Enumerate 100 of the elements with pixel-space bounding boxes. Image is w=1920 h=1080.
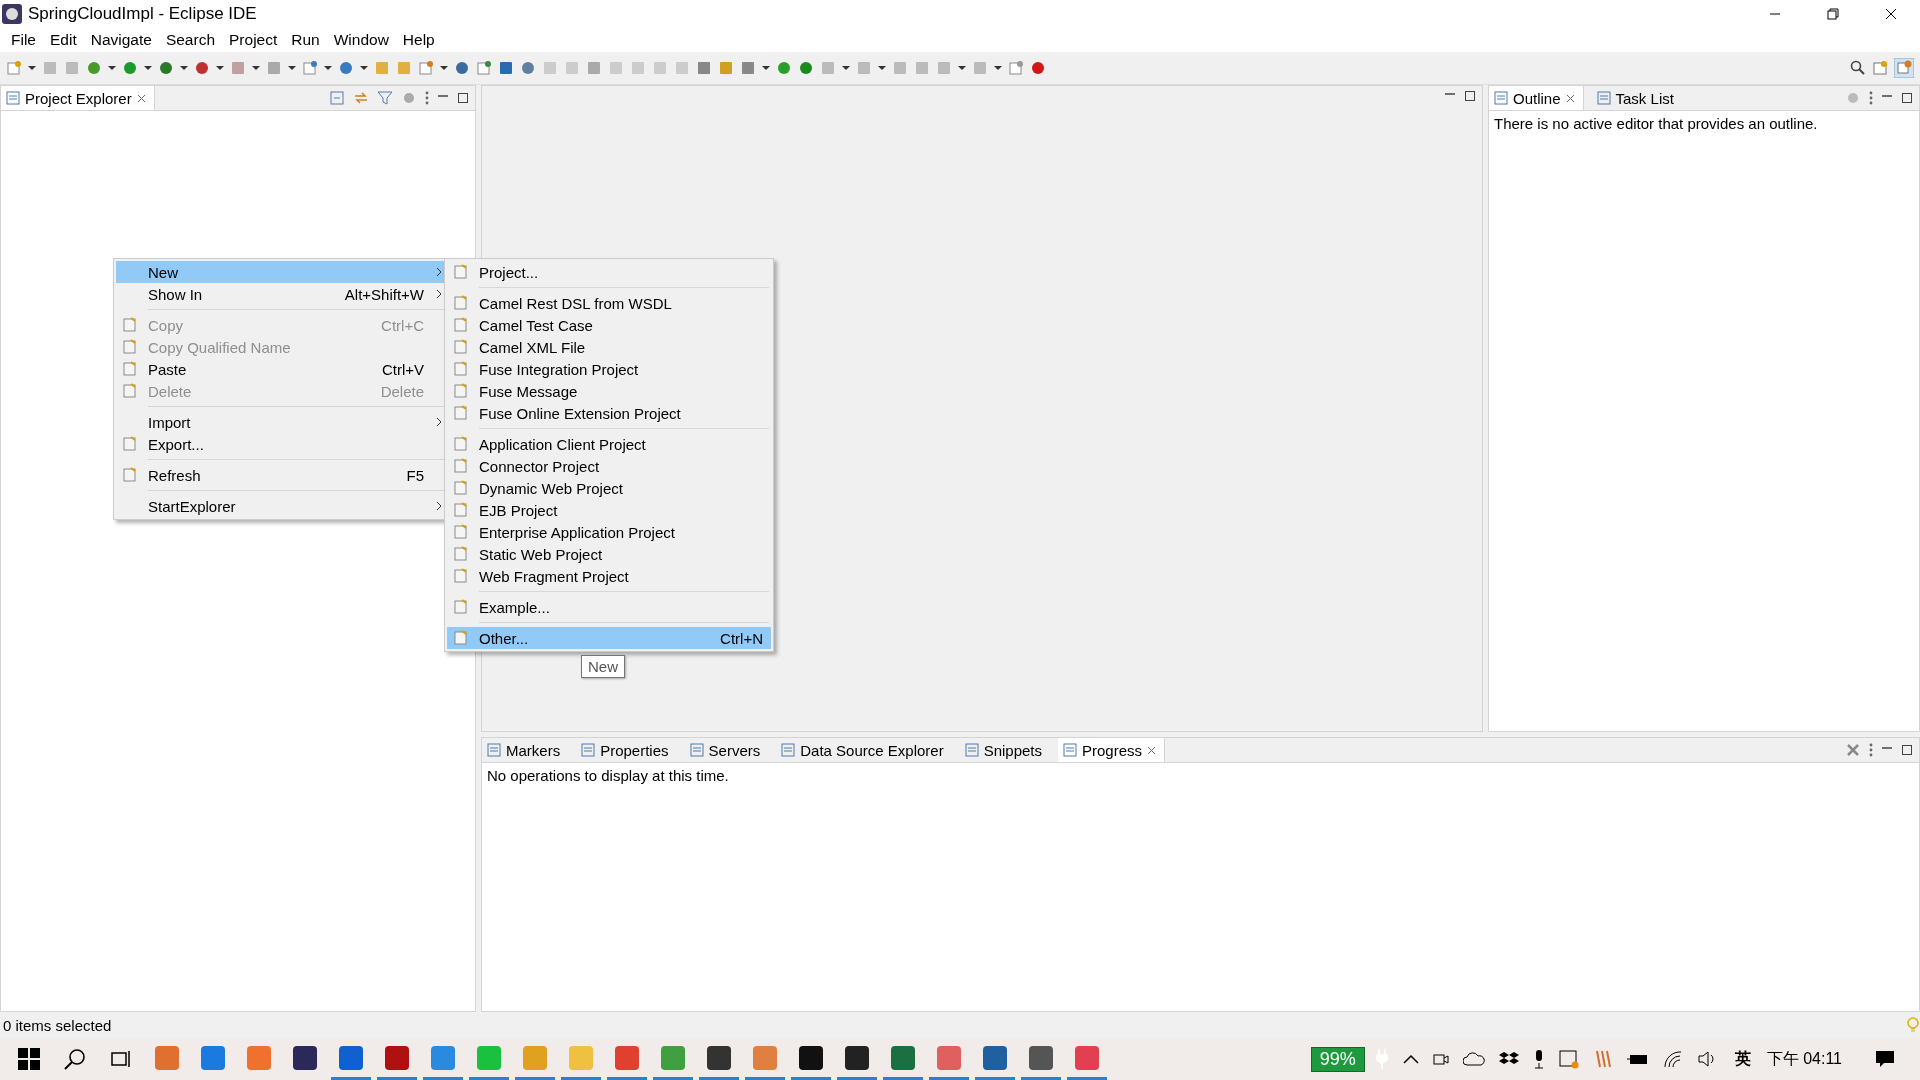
menu-bar-item[interactable]: Project (222, 31, 285, 49)
caret-icon[interactable] (108, 65, 116, 71)
menu-item[interactable]: Camel XML File (447, 336, 771, 358)
maximize-icon[interactable] (1464, 90, 1476, 102)
menu-item[interactable]: Other... Ctrl+N (447, 627, 771, 649)
input-method[interactable]: 英 (1726, 1048, 1759, 1070)
close-icon[interactable] (1147, 745, 1157, 755)
remove-all-icon[interactable] (1845, 742, 1861, 758)
view-tab[interactable]: Task List (1591, 86, 1682, 110)
search-icon[interactable] (64, 1048, 86, 1070)
menu-bar-item[interactable]: Search (158, 31, 222, 49)
menu-item[interactable]: Fuse Online Extension Project (447, 402, 771, 424)
link-icon[interactable] (353, 90, 369, 106)
perspective-icon[interactable] (1894, 58, 1914, 78)
menu-item[interactable]: Import (116, 411, 446, 433)
wizard-icon (453, 295, 469, 311)
caret-icon[interactable] (324, 65, 332, 71)
menu-bar-item[interactable]: Navigate (83, 31, 159, 49)
sync-icon[interactable] (1558, 1049, 1579, 1069)
clock[interactable]: 下午 04:11 (1758, 1048, 1850, 1070)
task-view-icon[interactable] (110, 1048, 132, 1070)
menu-item[interactable]: Enterprise Application Project (447, 521, 771, 543)
menu-item[interactable]: Dynamic Web Project (447, 477, 771, 499)
view-tab[interactable]: Markers (482, 738, 569, 762)
view-tab[interactable]: Properties (576, 738, 677, 762)
menu-item[interactable]: New (116, 261, 446, 283)
chevron-up-icon[interactable] (1402, 1054, 1419, 1064)
menu-bar-item[interactable]: Run (284, 31, 327, 49)
view-menu-icon[interactable] (1869, 743, 1873, 757)
pen-icon[interactable] (418, 60, 434, 76)
new-project-icon[interactable] (302, 60, 318, 76)
speaker-icon[interactable] (1696, 1050, 1717, 1068)
view-menu-icon[interactable] (425, 91, 429, 105)
menu-item[interactable]: Camel Rest DSL from WSDL (447, 292, 771, 314)
edit-icon[interactable] (1008, 60, 1024, 76)
document-icon (122, 361, 138, 377)
view-tab[interactable]: Snippets (959, 738, 1050, 762)
view-icon (1596, 91, 1611, 105)
menu-item[interactable]: Export... (116, 433, 446, 455)
menu-item[interactable]: Show In Alt+Shift+W (116, 283, 446, 305)
view-tab[interactable]: Progress (1058, 738, 1166, 762)
maximize-icon[interactable] (457, 92, 469, 104)
eclipse-logo-icon (2, 4, 22, 24)
menu-item[interactable]: Fuse Message (447, 380, 771, 402)
view-tab[interactable]: Data Source Explorer (776, 738, 952, 762)
caret-icon[interactable] (252, 65, 260, 71)
close-icon (1885, 8, 1897, 20)
menu-bar-item[interactable]: File (4, 31, 43, 49)
search-file-icon[interactable] (476, 60, 492, 76)
caret-icon[interactable] (440, 65, 448, 71)
run-icon[interactable] (122, 60, 138, 76)
caret-icon[interactable] (180, 65, 188, 71)
view-tab[interactable]: Outline (1489, 86, 1584, 110)
menu-item[interactable]: Static Web Project (447, 543, 771, 565)
menu-item[interactable]: EJB Project (447, 499, 771, 521)
microphone-icon[interactable] (1532, 1049, 1545, 1069)
menu-item[interactable]: StartExplorer (116, 495, 446, 517)
maximize-icon[interactable] (1901, 92, 1913, 104)
menu-item[interactable]: Paste Ctrl+V (116, 358, 446, 380)
caret-icon[interactable] (762, 65, 770, 71)
menu-item[interactable]: Connector Project (447, 455, 771, 477)
caret-icon[interactable] (360, 65, 368, 71)
dropbox-icon[interactable] (1498, 1051, 1519, 1067)
close-icon[interactable] (136, 93, 146, 103)
menu-item[interactable]: Example... (447, 596, 771, 618)
cloud-icon[interactable] (1462, 1051, 1485, 1067)
filter-icon[interactable] (377, 90, 393, 106)
menu-item[interactable]: Project... (447, 261, 771, 283)
view-tab[interactable]: Servers (684, 738, 769, 762)
caret-icon[interactable] (842, 65, 850, 71)
close-icon[interactable] (1565, 93, 1575, 103)
new-file-icon[interactable] (6, 60, 22, 76)
caret-icon[interactable] (144, 65, 152, 71)
menu-item[interactable]: Camel Test Case (447, 314, 771, 336)
menu-bar-item[interactable]: Window (326, 31, 396, 49)
menu-item[interactable]: Application Client Project (447, 433, 771, 455)
camera-icon[interactable] (1432, 1051, 1449, 1067)
monitor-icon[interactable] (498, 60, 514, 76)
menu-item[interactable]: Refresh F5 (116, 464, 446, 486)
wifi-icon[interactable] (1662, 1050, 1683, 1068)
search-icon[interactable] (1850, 60, 1866, 76)
open-perspective-icon[interactable] (1872, 60, 1888, 76)
caret-icon[interactable] (288, 65, 296, 71)
new-class-icon[interactable] (338, 60, 354, 76)
caret-icon[interactable] (28, 65, 36, 71)
run-external-icon[interactable] (194, 60, 210, 76)
caret-icon[interactable] (216, 65, 224, 71)
caret-icon[interactable] (958, 65, 966, 71)
bug-icon[interactable] (86, 60, 102, 76)
menu-item[interactable]: Fuse Integration Project (447, 358, 771, 380)
menu-bar-item[interactable]: Edit (43, 31, 84, 49)
maximize-icon[interactable] (1901, 744, 1913, 756)
view-menu-icon[interactable] (1869, 91, 1873, 105)
run-server-icon[interactable] (158, 60, 174, 76)
menu-item[interactable]: Web Fragment Project (447, 565, 771, 587)
view-tab[interactable]: Project Explorer (1, 86, 155, 110)
caret-icon[interactable] (994, 65, 1002, 71)
menu-bar-item[interactable]: Help (395, 31, 442, 49)
caret-icon[interactable] (878, 65, 886, 71)
notification-icon[interactable] (1875, 1049, 1895, 1069)
